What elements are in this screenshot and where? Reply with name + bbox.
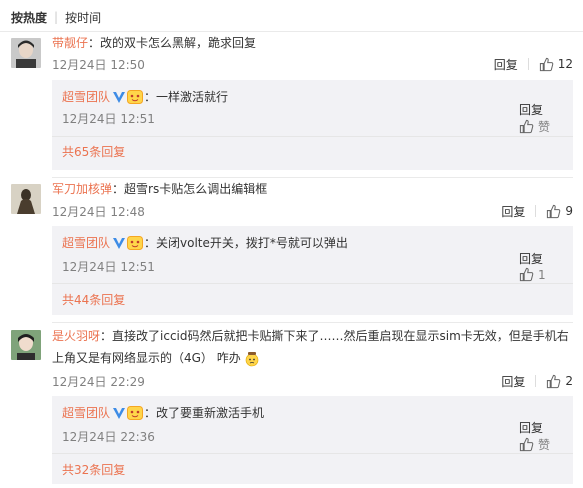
comment-divider — [52, 177, 573, 178]
reply-divider — [52, 136, 573, 137]
more-replies-link[interactable]: 共32条回复 — [62, 461, 125, 478]
avatar[interactable] — [11, 330, 41, 360]
reply-body: ：关闭volte开关，拨打*号就可以弹出 — [144, 236, 348, 250]
comment-username[interactable]: 带靓仔 — [52, 36, 88, 50]
verified-v-icon — [113, 92, 126, 103]
reply-button[interactable]: 回复 — [501, 373, 525, 390]
avatar[interactable] — [11, 38, 41, 68]
thumbs-up-icon — [539, 57, 553, 71]
sort-bar: 按热度 | 按时间 — [11, 8, 101, 26]
action-divider — [535, 205, 537, 217]
comment-body: ：直接改了iccid码然后就把卡贴撕下来了……然后重启现在显示sim卡无效，但是… — [100, 329, 569, 343]
thumbs-up-icon — [519, 437, 534, 452]
action-divider — [527, 58, 529, 70]
reply-body: ：一样激活就行 — [144, 90, 229, 104]
like-button[interactable]: 1 — [519, 267, 563, 282]
reply-button[interactable]: 回复 — [494, 56, 518, 73]
reply-button[interactable]: 回复 — [519, 252, 543, 266]
comment-time: 12月24日 12:50 — [52, 57, 145, 72]
avatar[interactable] — [11, 184, 41, 214]
thumbs-up-icon — [519, 119, 534, 134]
like-button[interactable]: 12 — [539, 57, 573, 72]
reply-body: ：改了要重新激活手机 — [144, 406, 265, 420]
reply-box: 超雪团队 ：一样激活就行 12月24日 12:51 回复 赞 共65条回复 — [52, 80, 573, 170]
comment-divider — [52, 322, 573, 323]
comment-body: ：超雪rs卡贴怎么调出编辑框 — [112, 182, 268, 196]
reply-username[interactable]: 超雪团队 — [62, 404, 110, 422]
comment-meta: 12月24日 22:29 回复 2 — [52, 372, 573, 390]
reply-meta: 12月24日 22:36 回复 赞 — [62, 421, 563, 452]
like-button[interactable]: 9 — [546, 204, 573, 219]
emoji-icon — [245, 351, 259, 366]
comment-meta: 12月24日 12:50 回复 12 — [52, 55, 573, 73]
comment-meta: 12月24日 12:48 回复 9 — [52, 202, 573, 220]
fan-badge-icon — [127, 406, 144, 420]
sort-by-hot[interactable]: 按热度 — [11, 9, 47, 26]
comment-body-continued: 上角又是有网络显示的（4G） 咋办 — [52, 351, 241, 365]
reply-divider — [52, 283, 573, 284]
verified-v-icon — [113, 238, 126, 249]
comment-body: ：改的双卡怎么黑解，跪求回复 — [88, 36, 257, 50]
reply-box: 超雪团队 ：改了要重新激活手机 12月24日 22:36 回复 赞 共32条回复 — [52, 396, 573, 484]
verified-v-icon — [113, 408, 126, 419]
like-count: 1 — [537, 267, 546, 282]
reply-meta: 12月24日 12:51 回复 1 — [62, 252, 563, 282]
comment-text-continued: 上角又是有网络显示的（4G） 咋办 — [52, 348, 573, 369]
thumbs-up-icon — [519, 267, 534, 282]
like-button[interactable]: 2 — [546, 374, 573, 389]
like-count: 2 — [565, 374, 573, 388]
more-replies-link[interactable]: 共65条回复 — [62, 143, 125, 160]
reply-text: 超雪团队 ：关闭volte开关，拨打*号就可以弹出 — [62, 234, 563, 252]
reply-box: 超雪团队 ：关闭volte开关，拨打*号就可以弹出 12月24日 12:51 回… — [52, 226, 573, 315]
comment-text: 是火羽呀：直接改了iccid码然后就把卡贴撕下来了……然后重启现在显示sim卡无… — [52, 326, 573, 347]
reply-time: 12月24日 22:36 — [62, 429, 155, 444]
more-replies-link[interactable]: 共44条回复 — [62, 291, 125, 308]
reply-meta: 12月24日 12:51 回复 赞 — [62, 103, 563, 134]
comment-time: 12月24日 22:29 — [52, 374, 145, 389]
reply-divider — [52, 453, 573, 454]
like-count: 12 — [557, 57, 573, 71]
comment-username[interactable]: 军刀加核弹 — [52, 182, 112, 196]
thumbs-up-icon — [547, 374, 561, 388]
like-button[interactable]: 赞 — [519, 436, 563, 453]
reply-username[interactable]: 超雪团队 — [62, 234, 110, 252]
comment-text: 军刀加核弹：超雪rs卡贴怎么调出编辑框 — [52, 179, 573, 200]
header-divider — [0, 31, 583, 32]
thumbs-up-icon — [547, 204, 561, 218]
reply-button[interactable]: 回复 — [501, 203, 525, 220]
reply-button[interactable]: 回复 — [519, 103, 543, 117]
comment-time: 12月24日 12:48 — [52, 204, 145, 219]
sort-separator: | — [54, 10, 59, 24]
comment-username[interactable]: 是火羽呀 — [52, 329, 100, 343]
fan-badge-icon — [127, 90, 144, 104]
reply-text: 超雪团队 ：改了要重新激活手机 — [62, 404, 563, 422]
fan-badge-icon — [127, 236, 144, 250]
like-button[interactable]: 赞 — [519, 118, 563, 135]
reply-username[interactable]: 超雪团队 — [62, 88, 110, 106]
like-count: 9 — [565, 204, 573, 218]
comment-text: 带靓仔：改的双卡怎么黑解，跪求回复 — [52, 33, 573, 54]
reply-text: 超雪团队 ：一样激活就行 — [62, 88, 563, 106]
action-divider — [535, 375, 537, 387]
reply-button[interactable]: 回复 — [519, 421, 543, 435]
like-count: 赞 — [537, 120, 550, 134]
sort-by-time[interactable]: 按时间 — [65, 9, 101, 26]
reply-time: 12月24日 12:51 — [62, 111, 155, 126]
like-count: 赞 — [537, 438, 550, 452]
reply-time: 12月24日 12:51 — [62, 259, 155, 274]
